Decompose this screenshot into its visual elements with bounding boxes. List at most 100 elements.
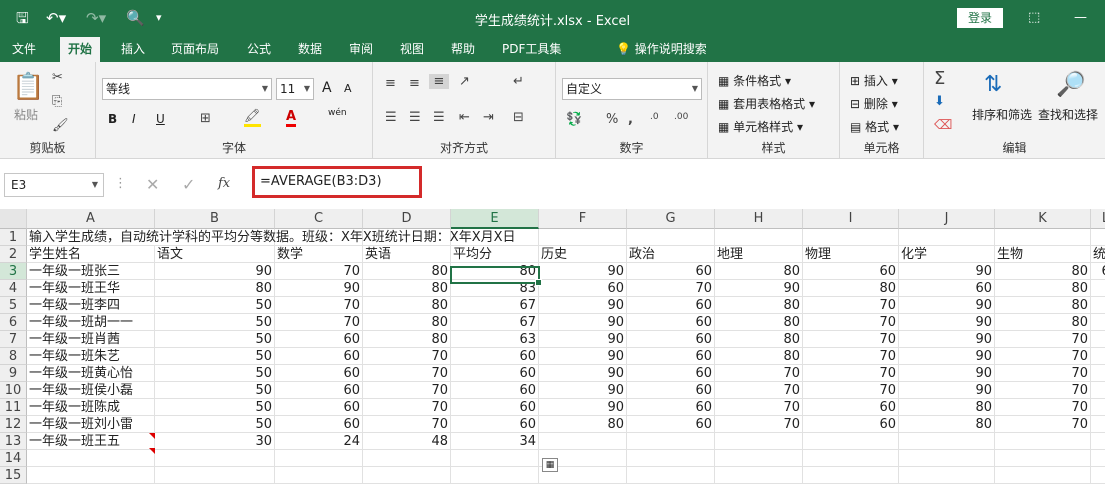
cell-H11[interactable]: 70 [715, 399, 803, 416]
row-header-6[interactable]: 6 [0, 314, 27, 331]
cell-F10[interactable]: 90 [539, 382, 627, 399]
row-header-5[interactable]: 5 [0, 297, 27, 314]
tab-5[interactable]: 数据 [290, 37, 330, 62]
cell-A15[interactable] [27, 467, 155, 484]
cell-J13[interactable] [899, 433, 995, 450]
fill-color-icon[interactable]: 🖍 [244, 109, 261, 127]
cell-E7[interactable]: 63 [451, 331, 539, 348]
tab-8[interactable]: 帮助 [443, 37, 483, 62]
cell-J1[interactable] [899, 229, 995, 246]
cell-A8[interactable]: 一年级一班朱艺 [27, 348, 155, 365]
cell-I1[interactable] [803, 229, 899, 246]
cell-I9[interactable]: 70 [803, 365, 899, 382]
cell-D9[interactable]: 70 [363, 365, 451, 382]
cell-B5[interactable]: 50 [155, 297, 275, 314]
cell-D11[interactable]: 70 [363, 399, 451, 416]
cell-G4[interactable]: 70 [627, 280, 715, 297]
tell-me-search[interactable]: 💡 操作说明搜索 [608, 37, 715, 62]
cell-C3[interactable]: 70 [275, 263, 363, 280]
cell-A5[interactable]: 一年级一班李四 [27, 297, 155, 314]
cell-G10[interactable]: 60 [627, 382, 715, 399]
cell-F4[interactable]: 60 [539, 280, 627, 297]
percent-icon[interactable]: % [606, 112, 618, 127]
cell-C4[interactable]: 90 [275, 280, 363, 297]
cell-H10[interactable]: 70 [715, 382, 803, 399]
align-right-icon[interactable]: ☰ [433, 110, 445, 125]
column-header-L[interactable]: L [1091, 209, 1105, 229]
cell-H8[interactable]: 80 [715, 348, 803, 365]
cell-G8[interactable]: 60 [627, 348, 715, 365]
cell-H14[interactable] [715, 450, 803, 467]
cell-C10[interactable]: 60 [275, 382, 363, 399]
shrink-font-button[interactable]: A [344, 82, 352, 95]
cell-L3[interactable]: 60 [1091, 263, 1105, 280]
cell-B11[interactable]: 50 [155, 399, 275, 416]
cell-D5[interactable]: 80 [363, 297, 451, 314]
cell-A3[interactable]: 一年级一班张三 [27, 263, 155, 280]
row-header-3[interactable]: 3 [0, 263, 27, 280]
cell-I10[interactable]: 70 [803, 382, 899, 399]
cell-A10[interactable]: 一年级一班侯小磊 [27, 382, 155, 399]
cell-L9[interactable] [1091, 365, 1105, 382]
column-header-G[interactable]: G [627, 209, 715, 229]
cell-D6[interactable]: 80 [363, 314, 451, 331]
cell-B2[interactable]: 语文 [155, 246, 275, 263]
cell-D13[interactable]: 48 [363, 433, 451, 450]
sort-filter-icon[interactable]: ⇅ [984, 72, 1002, 97]
bold-button[interactable]: B [108, 112, 117, 126]
cell-H6[interactable]: 80 [715, 314, 803, 331]
cut-icon[interactable]: ✂ [52, 70, 63, 85]
cell-J7[interactable]: 90 [899, 331, 995, 348]
decrease-decimal-icon[interactable]: .00 [674, 112, 688, 122]
row-header-4[interactable]: 4 [0, 280, 27, 297]
border-icon[interactable]: ⊞ [200, 111, 211, 126]
cell-J2[interactable]: 化学 [899, 246, 995, 263]
row-header-11[interactable]: 11 [0, 399, 27, 416]
font-name-select[interactable]: 等线 ▼ [102, 78, 272, 100]
cell-G2[interactable]: 政治 [627, 246, 715, 263]
align-left-icon[interactable]: ☰ [385, 110, 397, 125]
cell-F11[interactable]: 90 [539, 399, 627, 416]
cell-I3[interactable]: 60 [803, 263, 899, 280]
cell-G7[interactable]: 60 [627, 331, 715, 348]
underline-button[interactable]: U [156, 112, 165, 126]
accounting-format-icon[interactable]: 💱 [566, 112, 582, 127]
cell-B10[interactable]: 50 [155, 382, 275, 399]
cell-C11[interactable]: 60 [275, 399, 363, 416]
cell-A1[interactable]: 输入学生成绩，自动统计学科的平均分等数据。班级：X年X班统计日期：X年X月X日 [27, 229, 627, 246]
cell-B8[interactable]: 50 [155, 348, 275, 365]
cell-E6[interactable]: 67 [451, 314, 539, 331]
find-select-button[interactable]: 查找和选择 [1038, 106, 1098, 123]
cell-H5[interactable]: 80 [715, 297, 803, 314]
cell-B4[interactable]: 80 [155, 280, 275, 297]
cell-D15[interactable] [363, 467, 451, 484]
cell-C7[interactable]: 60 [275, 331, 363, 348]
cell-F2[interactable]: 历史 [539, 246, 627, 263]
cell-I8[interactable]: 70 [803, 348, 899, 365]
ribbon-display-icon[interactable]: ⬚ [1028, 9, 1040, 27]
tab-7[interactable]: 视图 [392, 37, 432, 62]
phonetic-button[interactable]: wén [328, 108, 347, 118]
merge-center-icon[interactable]: ⊟ [513, 110, 524, 125]
cell-E13[interactable]: 34 [451, 433, 539, 450]
decrease-indent-icon[interactable]: ⇤ [459, 110, 470, 125]
cell-G3[interactable]: 60 [627, 263, 715, 280]
cell-K12[interactable]: 70 [995, 416, 1091, 433]
tab-9[interactable]: PDF工具集 [494, 37, 569, 62]
format-cells-button[interactable]: ▤ 格式 ▾ [850, 118, 899, 135]
row-header-13[interactable]: 13 [0, 433, 27, 450]
cell-H1[interactable] [715, 229, 803, 246]
cell-K7[interactable]: 70 [995, 331, 1091, 348]
cell-C2[interactable]: 数学 [275, 246, 363, 263]
cell-I12[interactable]: 60 [803, 416, 899, 433]
font-size-select[interactable]: 11 ▼ [276, 78, 314, 100]
cell-C12[interactable]: 60 [275, 416, 363, 433]
cell-A11[interactable]: 一年级一班陈成 [27, 399, 155, 416]
cell-L13[interactable] [1091, 433, 1105, 450]
cell-A7[interactable]: 一年级一班肖茜 [27, 331, 155, 348]
column-header-K[interactable]: K [995, 209, 1091, 229]
cell-E5[interactable]: 67 [451, 297, 539, 314]
tab-0[interactable]: 文件 [4, 37, 44, 62]
comment-indicator[interactable] [149, 448, 155, 454]
cell-H13[interactable] [715, 433, 803, 450]
